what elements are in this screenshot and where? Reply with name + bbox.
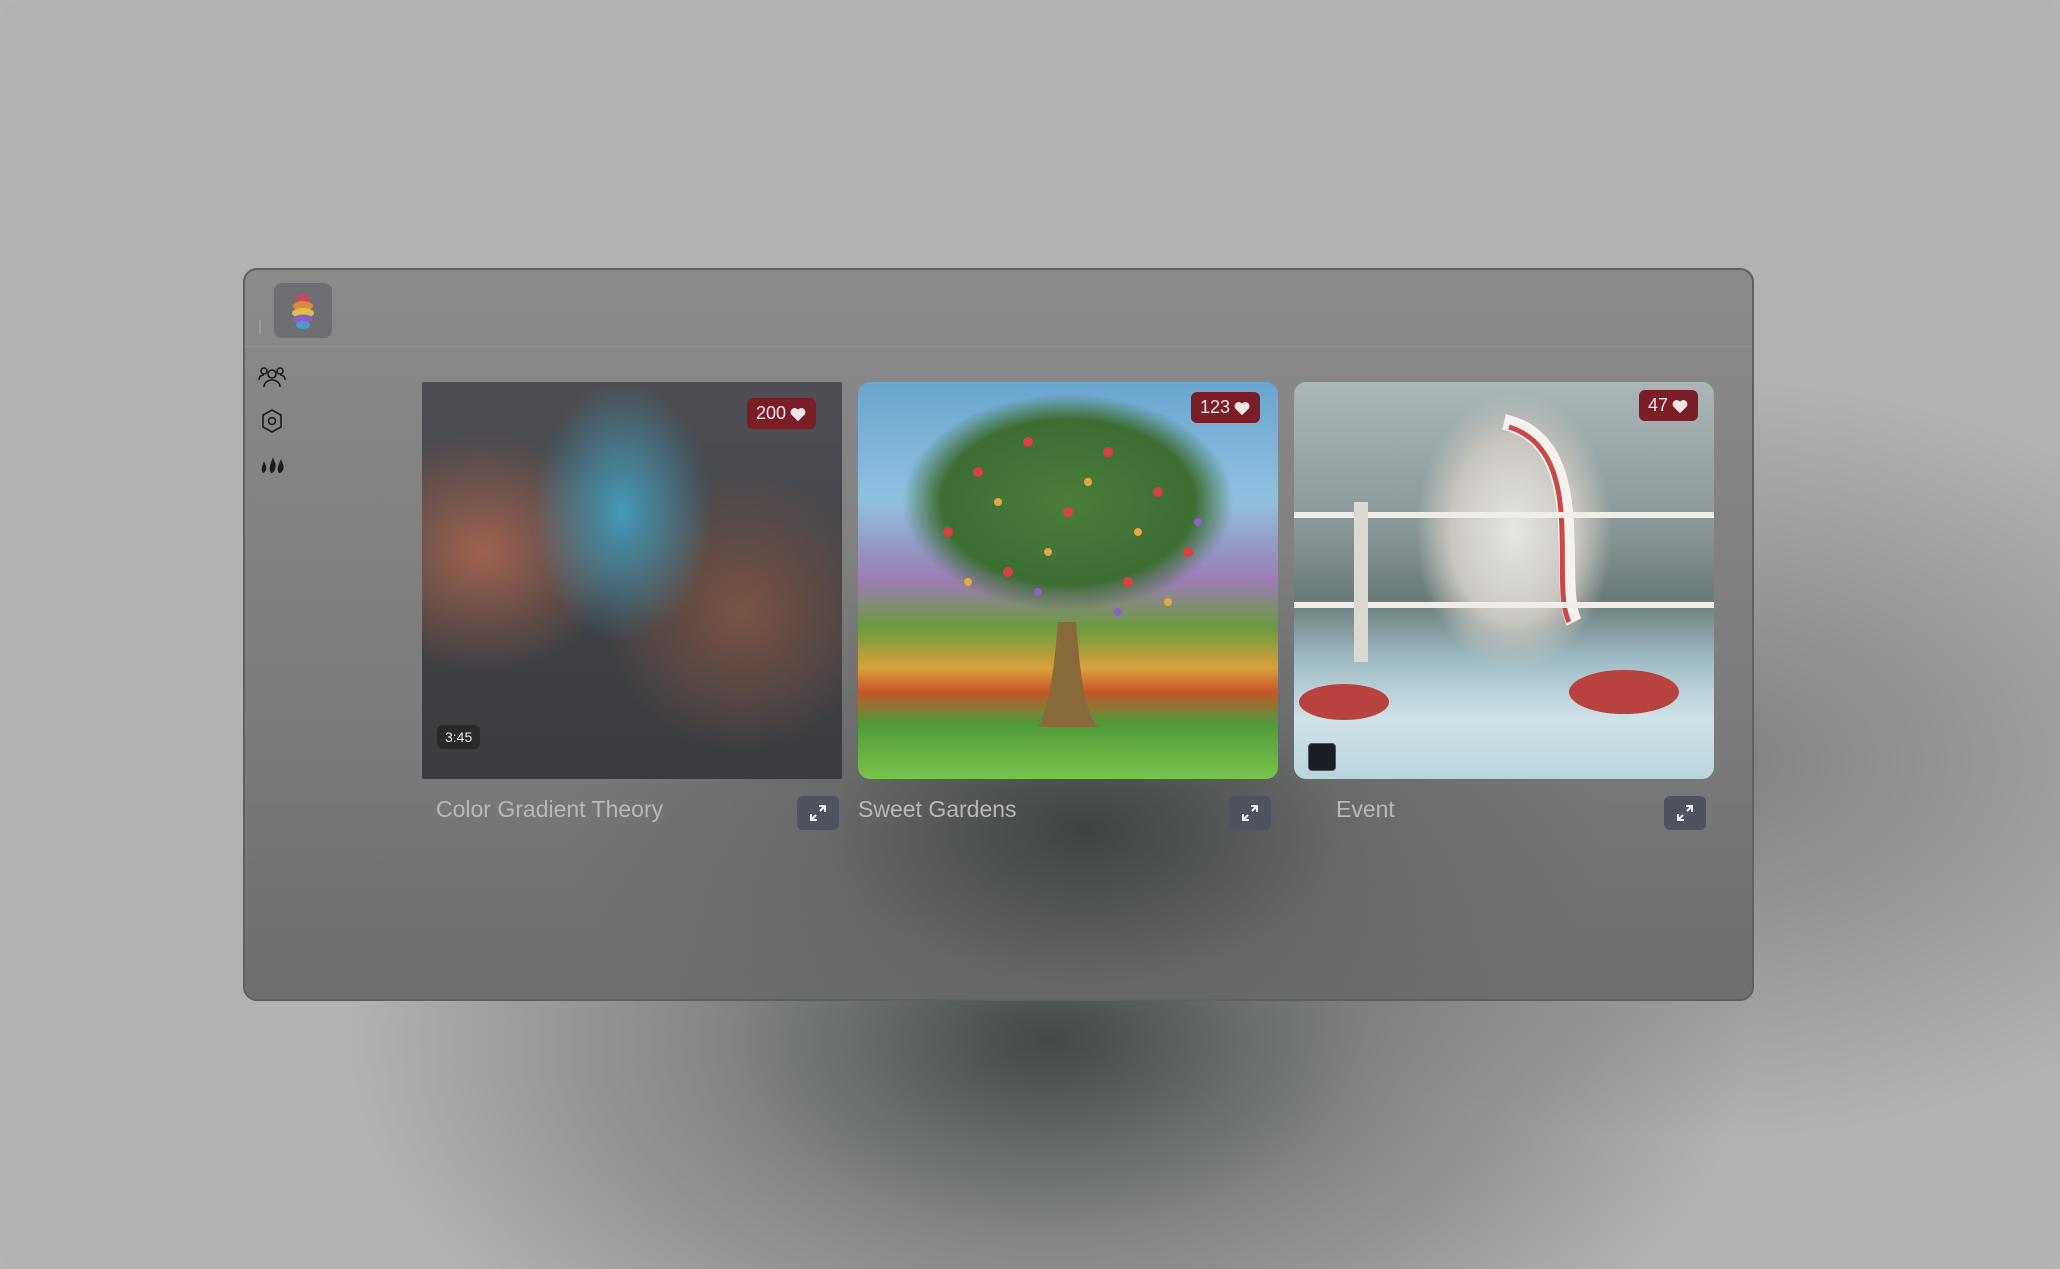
card-title: Sweet Gardens [858,796,1017,822]
heart-icon [790,407,806,421]
users-icon [258,367,286,388]
card-title: Color Gradient Theory [436,796,664,822]
flames-icon [261,457,284,473]
expand-icon [1677,805,1693,821]
sidebar-item-flames[interactable] [257,448,287,478]
card-title: Event [1336,796,1395,822]
image-thumbnail[interactable]: 47 [1294,382,1714,779]
image-thumbnail[interactable]: 123 [858,382,1278,779]
expand-button[interactable] [797,796,839,830]
tree-illustration [943,437,1202,727]
divider [259,320,261,334]
app-window: 200 3:45 Color Gradient Theory 123 Sweet… [243,268,1754,1001]
logo-icon [292,293,314,329]
media-card[interactable]: 47 Event [1294,382,1714,830]
likes-count: 123 [1199,397,1230,417]
expand-button[interactable] [1664,796,1706,830]
heart-icon [1672,399,1688,413]
heart-icon [1234,401,1250,415]
likes-badge: 47 [1638,390,1698,421]
top-bar [245,270,1752,347]
media-card[interactable]: 200 3:45 Color Gradient Theory [422,382,842,830]
atrium-illustration [1294,414,1714,720]
app-logo[interactable] [274,283,332,338]
sidebar [257,362,297,490]
video-duration: 3:45 [437,725,481,749]
settings-hexagon-icon [262,409,282,433]
media-card[interactable]: 123 Sweet Gardens [858,382,1278,830]
screen-backdrop: 200 3:45 Color Gradient Theory 123 Sweet… [0,0,2060,1269]
sidebar-item-settings[interactable] [257,406,287,436]
likes-count: 47 [1647,395,1668,415]
likes-badge: 123 [1190,392,1260,423]
video-thumbnail[interactable]: 200 3:45 [422,382,842,779]
likes-badge: 200 [746,398,816,429]
expand-icon [810,805,826,821]
selection-square[interactable] [1308,743,1336,771]
expand-button[interactable] [1229,796,1271,830]
likes-count: 200 [755,403,786,423]
expand-icon [1242,805,1258,821]
sidebar-item-users[interactable] [257,362,287,392]
